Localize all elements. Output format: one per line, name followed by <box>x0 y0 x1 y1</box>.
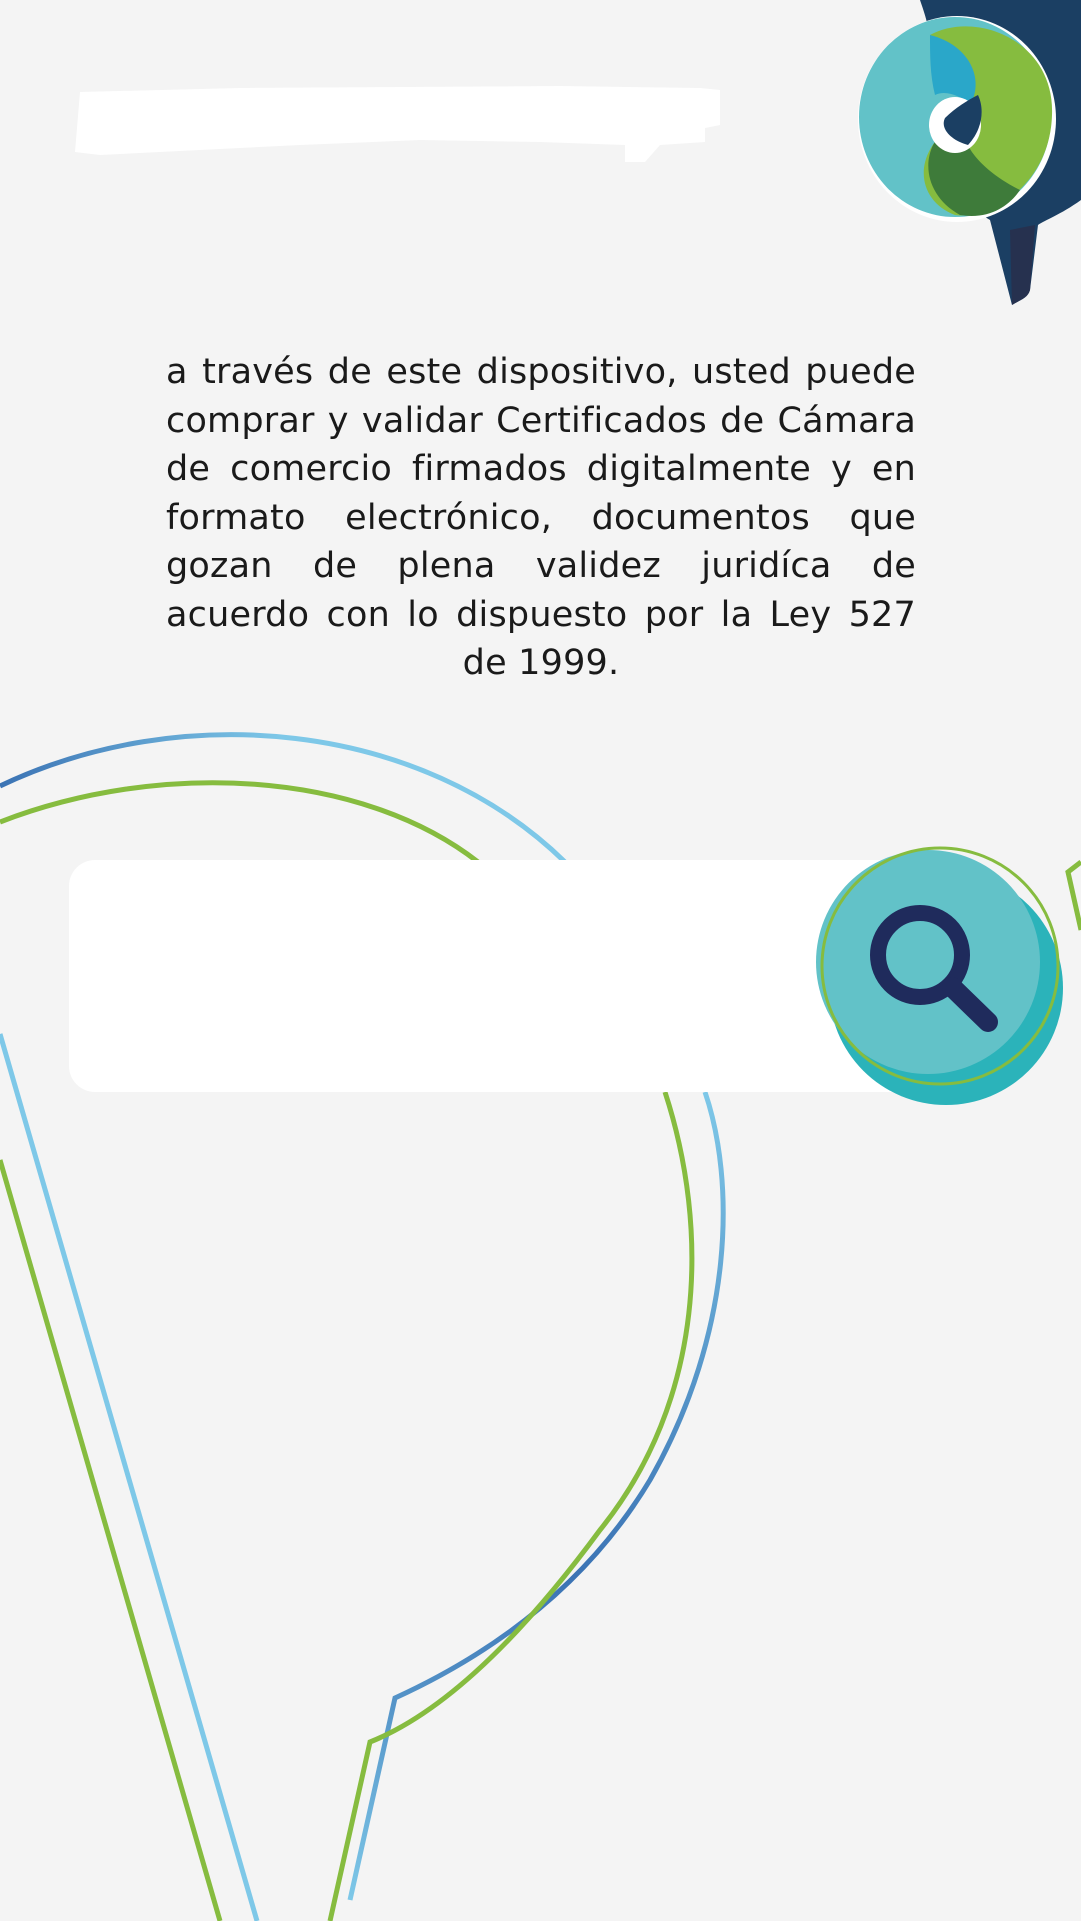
search-bar[interactable] <box>69 860 929 1092</box>
kiosk-screen: a través de este dispositivo, usted pued… <box>0 0 1081 1921</box>
intro-text: a través de este dispositivo, usted pued… <box>166 352 916 683</box>
search-input[interactable] <box>99 900 823 1052</box>
header-title-block <box>75 86 720 162</box>
brand-logo-icon <box>858 0 1081 305</box>
search-icon <box>816 846 1063 1105</box>
header-banner <box>75 0 1081 305</box>
search-button[interactable] <box>810 840 1070 1110</box>
